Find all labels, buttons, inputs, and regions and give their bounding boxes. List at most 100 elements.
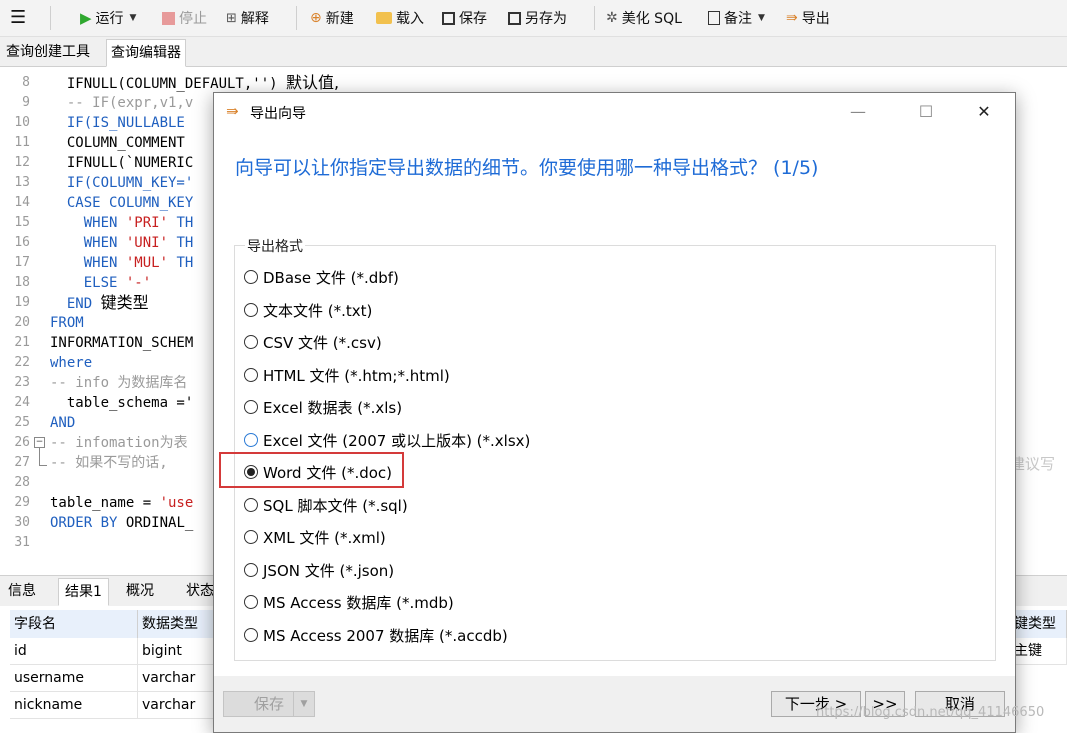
code-line: IFNULL(COLUMN_DEFAULT,'') 默认值, <box>50 73 340 92</box>
save-button[interactable]: 保存 <box>442 7 487 29</box>
table-cell[interactable]: id <box>10 638 138 665</box>
format-option-txt[interactable]: 文本文件 (*.txt) <box>244 298 372 322</box>
fold-toggle-icon[interactable]: − <box>34 437 45 448</box>
editor-tabs: 查询创建工具 查询编辑器 <box>0 37 1067 67</box>
radio-button[interactable] <box>244 433 258 447</box>
new-icon: ⊕ <box>310 10 322 26</box>
column-header[interactable]: 字段名 <box>10 610 138 638</box>
code-line: -- infomation为表 <box>50 435 188 451</box>
column-header[interactable]: 键类型 <box>1010 610 1067 638</box>
line-number: 28 <box>14 475 30 490</box>
format-option-sql[interactable]: SQL 脚本文件 (*.sql) <box>244 493 408 517</box>
option-label: 文本文件 (*.txt) <box>263 301 373 320</box>
save-profile-button[interactable]: 保存 ▼ <box>223 691 315 717</box>
wizard-heading: 向导可以让你指定导出数据的细节。你要使用哪一种导出格式？ (1/5) <box>235 157 819 179</box>
export-wizard-dialog: ⇛ 导出向导 — ☐ ✕ 向导可以让你指定导出数据的细节。你要使用哪一种导出格式… <box>213 92 1016 733</box>
radio-button[interactable] <box>244 530 258 544</box>
line-number: 13 <box>14 175 30 190</box>
tab-result1[interactable]: 结果1 <box>58 578 109 606</box>
save-as-button[interactable]: 另存为 <box>508 7 567 29</box>
format-option-xls[interactable]: Excel 数据表 (*.xls) <box>244 395 402 419</box>
dialog-title: 导出向导 <box>250 106 306 122</box>
format-option-accdb[interactable]: MS Access 2007 数据库 (*.accdb) <box>244 623 508 647</box>
export-icon: ⇛ <box>786 10 798 26</box>
tab-info[interactable]: 信息 <box>2 578 42 604</box>
chevron-down-icon[interactable]: ▼ <box>130 13 137 23</box>
table-cell[interactable]: varchar <box>138 665 218 692</box>
code-line: -- info 为数据库名 <box>50 375 188 391</box>
radio-button[interactable] <box>244 628 258 642</box>
dialog-titlebar[interactable]: ⇛ 导出向导 — ☐ ✕ <box>214 93 1015 131</box>
folder-icon <box>376 12 392 24</box>
explain-label: 解释 <box>240 11 269 27</box>
table-cell[interactable]: 主键 <box>1010 638 1067 665</box>
close-icon: ✕ <box>977 102 991 121</box>
stop-button[interactable]: 停止 <box>162 7 207 29</box>
close-button[interactable]: ✕ <box>962 99 1006 125</box>
run-button[interactable]: ▶ 运行 ▼ <box>80 7 136 29</box>
table-cell[interactable]: varchar <box>138 692 218 719</box>
note-button[interactable]: 备注 ▼ <box>708 7 765 29</box>
table-cell[interactable]: username <box>10 665 138 692</box>
explain-icon: ⊞ <box>226 10 237 26</box>
menu-button[interactable]: ☰ <box>10 7 26 29</box>
line-number: 12 <box>14 155 30 170</box>
code-line: table_name = 'use <box>50 495 194 511</box>
code-line: -- 如果不写的话, <box>50 455 168 471</box>
code-line: table_schema =' <box>50 395 194 411</box>
export-button[interactable]: ⇛ 导出 <box>786 7 830 29</box>
hamburger-icon: ☰ <box>10 7 27 28</box>
beautify-sql-button[interactable]: ✲ 美化 SQL <box>606 7 682 29</box>
radio-button[interactable] <box>244 368 258 382</box>
format-option-dbf[interactable]: DBase 文件 (*.dbf) <box>244 265 399 289</box>
radio-button[interactable] <box>244 563 258 577</box>
format-option-json[interactable]: JSON 文件 (*.json) <box>244 558 394 582</box>
radio-button[interactable] <box>244 400 258 414</box>
format-option-xlsx[interactable]: Excel 文件 (2007 或以上版本) (*.xlsx) <box>244 428 530 452</box>
table-cell[interactable]: bigint <box>138 638 218 665</box>
load-button[interactable]: 载入 <box>376 7 424 29</box>
code-line: AND <box>50 415 76 431</box>
radio-button[interactable] <box>244 303 258 317</box>
group-label: 导出格式 <box>245 236 305 256</box>
explain-button[interactable]: ⊞ 解释 <box>226 7 269 29</box>
line-number: 29 <box>14 495 30 510</box>
chevron-down-icon[interactable]: ▼ <box>758 13 765 23</box>
play-icon: ▶ <box>80 9 92 27</box>
chevron-down-icon[interactable]: ▼ <box>293 692 314 716</box>
code-line: CASE COLUMN_KEY <box>50 195 194 211</box>
format-option-xml[interactable]: XML 文件 (*.xml) <box>244 525 386 549</box>
format-option-html[interactable]: HTML 文件 (*.htm;*.html) <box>244 363 450 387</box>
minimize-button[interactable]: — <box>836 99 880 125</box>
line-number: 31 <box>14 535 30 550</box>
tab-overview[interactable]: 概况 <box>120 578 160 604</box>
new-button[interactable]: ⊕ 新建 <box>310 7 354 29</box>
line-number: 8 <box>22 75 30 90</box>
radio-button[interactable] <box>244 270 258 284</box>
format-option-mdb[interactable]: MS Access 数据库 (*.mdb) <box>244 590 454 614</box>
line-number: 10 <box>14 115 30 130</box>
radio-button[interactable] <box>244 498 258 512</box>
code-line: WHEN 'PRI' TH <box>50 215 194 231</box>
magic-wand-icon: ✲ <box>606 10 618 26</box>
toolbar-divider <box>296 6 297 30</box>
radio-button[interactable] <box>244 595 258 609</box>
radio-button-selected[interactable] <box>244 465 258 479</box>
code-line: -- IF(expr,v1,v <box>50 95 194 111</box>
format-option-doc[interactable]: Word 文件 (*.doc) <box>244 460 392 484</box>
save-label: 保存 <box>459 11 487 27</box>
tab-query-editor[interactable]: 查询编辑器 <box>106 39 186 67</box>
radio-button[interactable] <box>244 335 258 349</box>
code-line: ORDER BY ORDINAL_ <box>50 515 194 531</box>
option-label: MS Access 2007 数据库 (*.accdb) <box>263 626 508 645</box>
maximize-button[interactable]: ☐ <box>904 99 948 125</box>
code-line: INFORMATION_SCHEM <box>50 335 194 351</box>
option-label: JSON 文件 (*.json) <box>263 561 395 580</box>
tab-query-builder[interactable]: 查询创建工具 <box>2 39 94 65</box>
line-number: 26 <box>14 435 30 450</box>
table-cell[interactable]: nickname <box>10 692 138 719</box>
column-header[interactable]: 数据类型 <box>138 610 218 638</box>
format-option-csv[interactable]: CSV 文件 (*.csv) <box>244 330 382 354</box>
line-number: 23 <box>14 375 30 390</box>
code-line: COLUMN_COMMENT <box>50 135 185 151</box>
